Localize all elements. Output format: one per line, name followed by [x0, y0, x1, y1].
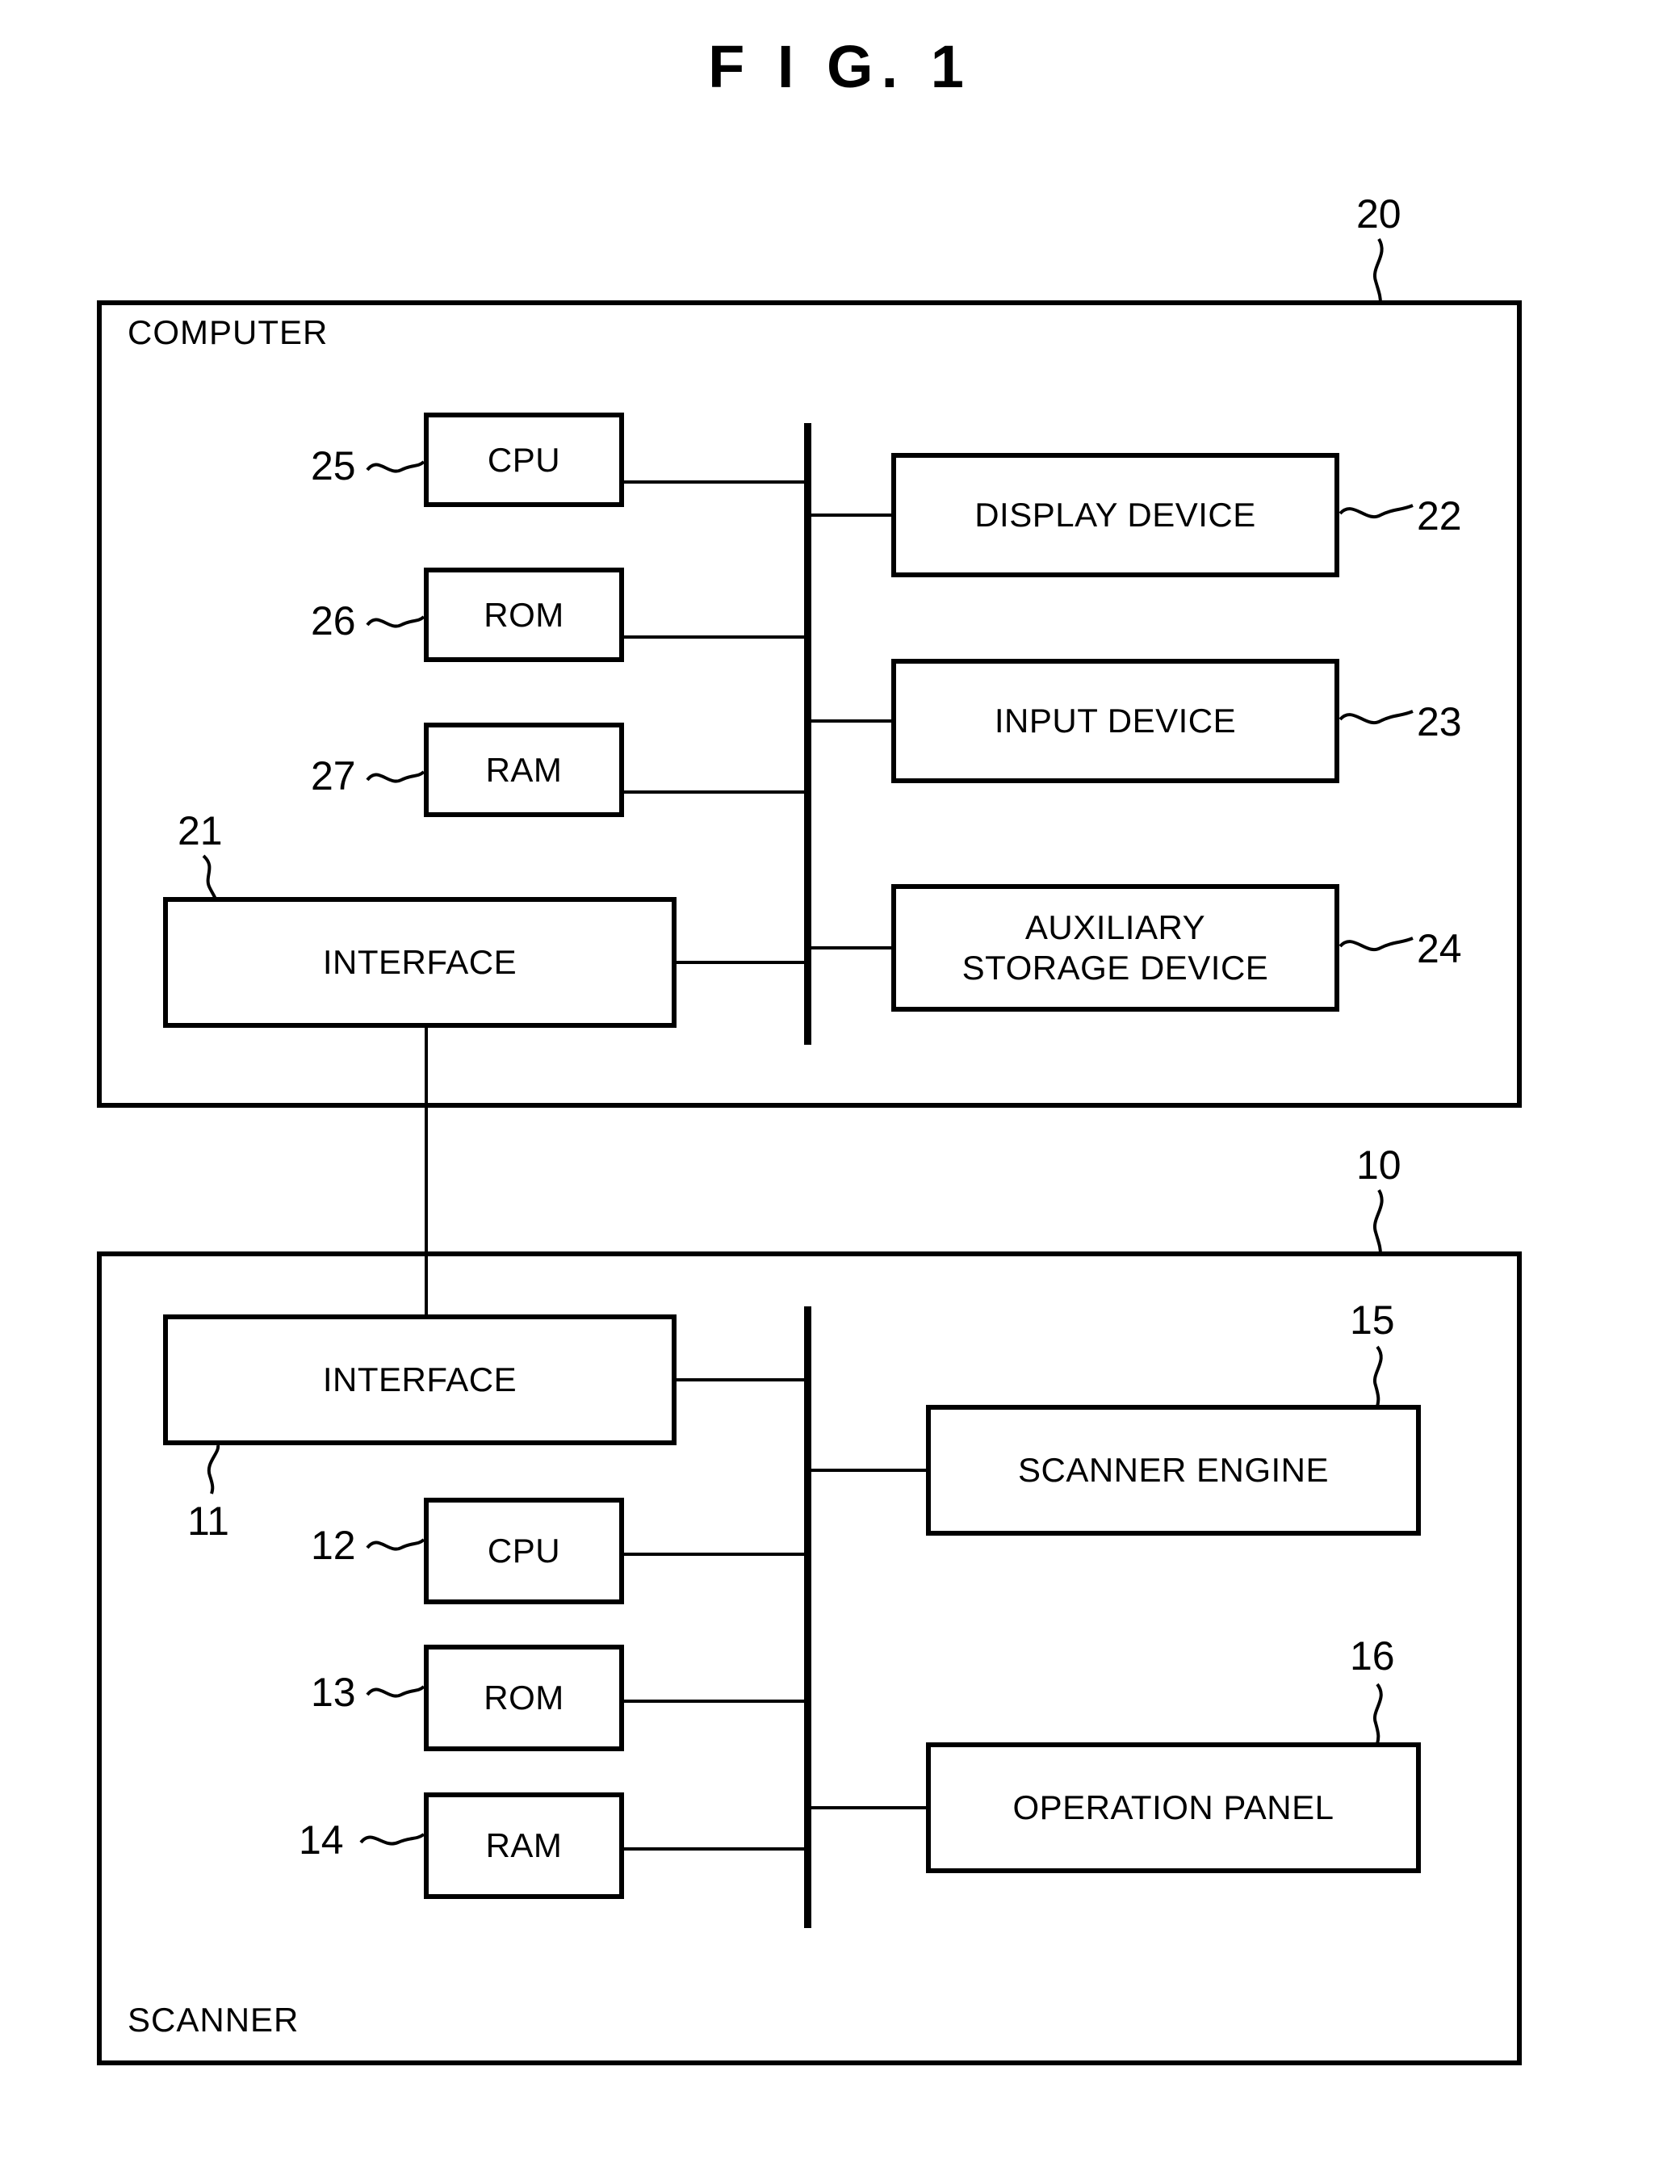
wire-scanner-rom-to-bus: [622, 1700, 807, 1703]
leader-line-10: [1364, 1188, 1397, 1255]
wire-bus-to-input-device: [804, 719, 897, 723]
wire-ram-to-bus: [622, 790, 807, 794]
figure-title: F I G. 1: [708, 33, 972, 100]
computer-enclosure-label: COMPUTER: [128, 313, 329, 351]
leader-line-16: [1364, 1683, 1397, 1745]
computer-rom-box: ROM: [424, 568, 624, 662]
leader-line-24: [1339, 932, 1414, 961]
scanner-engine-box: SCANNER ENGINE: [926, 1405, 1421, 1536]
reference-numeral-12: 12: [311, 1523, 356, 1568]
computer-cpu-label: CPU: [487, 440, 561, 479]
leader-line-11: [202, 1444, 234, 1494]
wire-bus-to-operation-panel: [804, 1806, 932, 1809]
computer-ram-label: RAM: [485, 750, 563, 789]
reference-numeral-14: 14: [299, 1817, 344, 1863]
scanner-rom-box: ROM: [424, 1645, 624, 1751]
display-device-label: DISPLAY DEVICE: [974, 496, 1256, 534]
auxiliary-storage-device-label-line1: AUXILIARY: [1024, 908, 1206, 947]
scanner-engine-label: SCANNER ENGINE: [1017, 1451, 1330, 1490]
leader-line-26: [366, 607, 425, 636]
reference-numeral-10: 10: [1356, 1142, 1401, 1188]
leader-line-20: [1364, 237, 1397, 304]
scanner-ram-box: RAM: [424, 1792, 624, 1899]
computer-rom-label: ROM: [484, 595, 564, 634]
auxiliary-storage-device-box: AUXILIARY STORAGE DEVICE: [891, 884, 1339, 1012]
leader-line-22: [1339, 499, 1414, 528]
leader-line-25: [366, 452, 425, 481]
leader-line-14: [359, 1825, 425, 1854]
wire-cpu-to-bus: [622, 480, 807, 484]
scanner-interface-box: INTERFACE: [163, 1314, 677, 1445]
reference-numeral-21: 21: [178, 808, 223, 853]
scanner-enclosure-label: SCANNER: [128, 2001, 300, 2039]
reference-numeral-26: 26: [311, 598, 356, 643]
reference-numeral-15: 15: [1350, 1297, 1395, 1343]
scanner-cpu-label: CPU: [487, 1532, 561, 1570]
reference-numeral-20: 20: [1356, 191, 1401, 237]
wire-bus-to-scanner-engine: [804, 1469, 932, 1472]
input-device-label: INPUT DEVICE: [994, 702, 1237, 740]
reference-numeral-13: 13: [311, 1670, 356, 1715]
reference-numeral-25: 25: [311, 443, 356, 488]
wire-interface-to-bus: [674, 961, 807, 964]
wire-scanner-interface-to-bus: [674, 1378, 807, 1381]
scanner-cpu-box: CPU: [424, 1498, 624, 1604]
wire-bus-to-auxiliary-storage-device: [804, 946, 897, 949]
leader-line-27: [366, 762, 425, 791]
wire-rom-to-bus: [622, 635, 807, 639]
wire-bus-to-display-device: [804, 514, 897, 517]
reference-numeral-22: 22: [1417, 493, 1462, 539]
computer-ram-box: RAM: [424, 723, 624, 817]
scanner-ram-label: RAM: [485, 1826, 563, 1865]
computer-interface-box: INTERFACE: [163, 897, 677, 1028]
scanner-internal-bus: [804, 1306, 811, 1928]
computer-internal-bus: [804, 423, 811, 1045]
patent-figure-page: F I G. 1 COMPUTER 20 CPU 25 ROM 26 RAM 2…: [0, 0, 1680, 2184]
operation-panel-box: OPERATION PANEL: [926, 1742, 1421, 1873]
reference-numeral-16: 16: [1350, 1633, 1395, 1679]
reference-numeral-27: 27: [311, 753, 356, 799]
leader-line-12: [366, 1530, 425, 1559]
input-device-box: INPUT DEVICE: [891, 659, 1339, 783]
wire-scanner-ram-to-bus: [622, 1847, 807, 1851]
auxiliary-storage-device-label-line2: STORAGE DEVICE: [961, 949, 1269, 987]
reference-numeral-23: 23: [1417, 699, 1462, 744]
reference-numeral-11: 11: [187, 1499, 229, 1544]
wire-scanner-cpu-to-bus: [622, 1553, 807, 1556]
leader-line-15: [1364, 1345, 1397, 1407]
display-device-box: DISPLAY DEVICE: [891, 453, 1339, 577]
computer-cpu-box: CPU: [424, 413, 624, 507]
operation-panel-label: OPERATION PANEL: [1012, 1788, 1334, 1827]
leader-line-13: [366, 1677, 425, 1706]
scanner-rom-label: ROM: [484, 1679, 564, 1717]
leader-line-21: [200, 854, 233, 902]
leader-line-23: [1339, 705, 1414, 734]
reference-numeral-24: 24: [1417, 926, 1462, 971]
scanner-interface-label: INTERFACE: [322, 1360, 517, 1399]
computer-interface-label: INTERFACE: [322, 943, 517, 982]
